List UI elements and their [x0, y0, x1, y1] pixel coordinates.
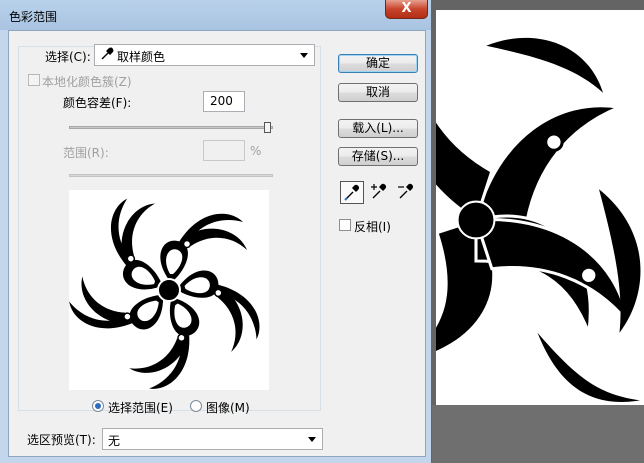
- selection-preview-dropdown[interactable]: 无: [102, 428, 323, 450]
- range-unit: %: [250, 144, 262, 158]
- color-range-dialog: 色彩范围 X 选择(C): 取样颜色 本地化颜色簇(Z) 颜色容差(F): 20…: [0, 0, 432, 463]
- eyedropper-plus-tool[interactable]: [368, 181, 392, 204]
- select-dropdown[interactable]: 取样颜色: [94, 44, 315, 66]
- cancel-button[interactable]: 取消: [338, 83, 418, 102]
- select-value: 取样颜色: [117, 50, 166, 64]
- eyedropper-icon: [100, 47, 114, 64]
- radio-image[interactable]: [190, 400, 202, 412]
- selection-preview-value: 无: [108, 434, 121, 448]
- ok-button[interactable]: 确定: [338, 54, 418, 73]
- document-artwork: [436, 37, 641, 402]
- preview-artwork: [60, 191, 267, 399]
- eyedropper-icon: [344, 184, 360, 201]
- eyedropper-tool[interactable]: [340, 181, 364, 204]
- fuzziness-input[interactable]: 200: [203, 91, 245, 112]
- select-label: 选择(C):: [45, 50, 91, 64]
- save-button[interactable]: 存储(S)...: [338, 147, 418, 166]
- localized-clusters-label: 本地化颜色簇(Z): [42, 75, 132, 89]
- radio-selection-label: 选择范围(E): [108, 401, 173, 415]
- localized-clusters-checkbox[interactable]: [28, 74, 40, 86]
- eyedropper-minus-icon: [398, 183, 414, 199]
- document-canvas: [436, 10, 644, 405]
- radio-selection[interactable]: [92, 400, 104, 412]
- range-input[interactable]: [203, 140, 245, 161]
- invert-checkbox[interactable]: [339, 219, 351, 231]
- close-icon: X: [401, 1, 412, 16]
- range-slider-track: [69, 174, 273, 177]
- fuzziness-label: 颜色容差(F):: [63, 96, 132, 110]
- range-label: 范围(R):: [63, 146, 109, 160]
- dialog-body: 选择(C): 取样颜色 本地化颜色簇(Z) 颜色容差(F): 200 范围(R)…: [8, 30, 426, 457]
- close-button[interactable]: X: [385, 0, 428, 19]
- selection-preview-label: 选区预览(T):: [27, 433, 96, 447]
- selection-group: 选择(C): 取样颜色 本地化颜色簇(Z) 颜色容差(F): 200 范围(R)…: [18, 44, 321, 415]
- selection-preview-image: [60, 190, 269, 399]
- chevron-down-icon: [308, 437, 316, 442]
- load-button[interactable]: 载入(L)...: [338, 119, 418, 138]
- fuzziness-slider-thumb[interactable]: [264, 122, 271, 133]
- eyedropper-plus-icon: [371, 183, 387, 199]
- eyedropper-minus-tool[interactable]: [395, 181, 419, 204]
- radio-image-label: 图像(M): [206, 401, 250, 415]
- title-bar[interactable]: 色彩范围 X: [0, 0, 432, 30]
- canvas-footer-area: [432, 405, 644, 463]
- dialog-title: 色彩范围: [9, 10, 58, 24]
- chevron-down-icon: [300, 53, 308, 58]
- fuzziness-slider-track[interactable]: [69, 126, 273, 129]
- invert-label: 反相(I): [354, 220, 391, 234]
